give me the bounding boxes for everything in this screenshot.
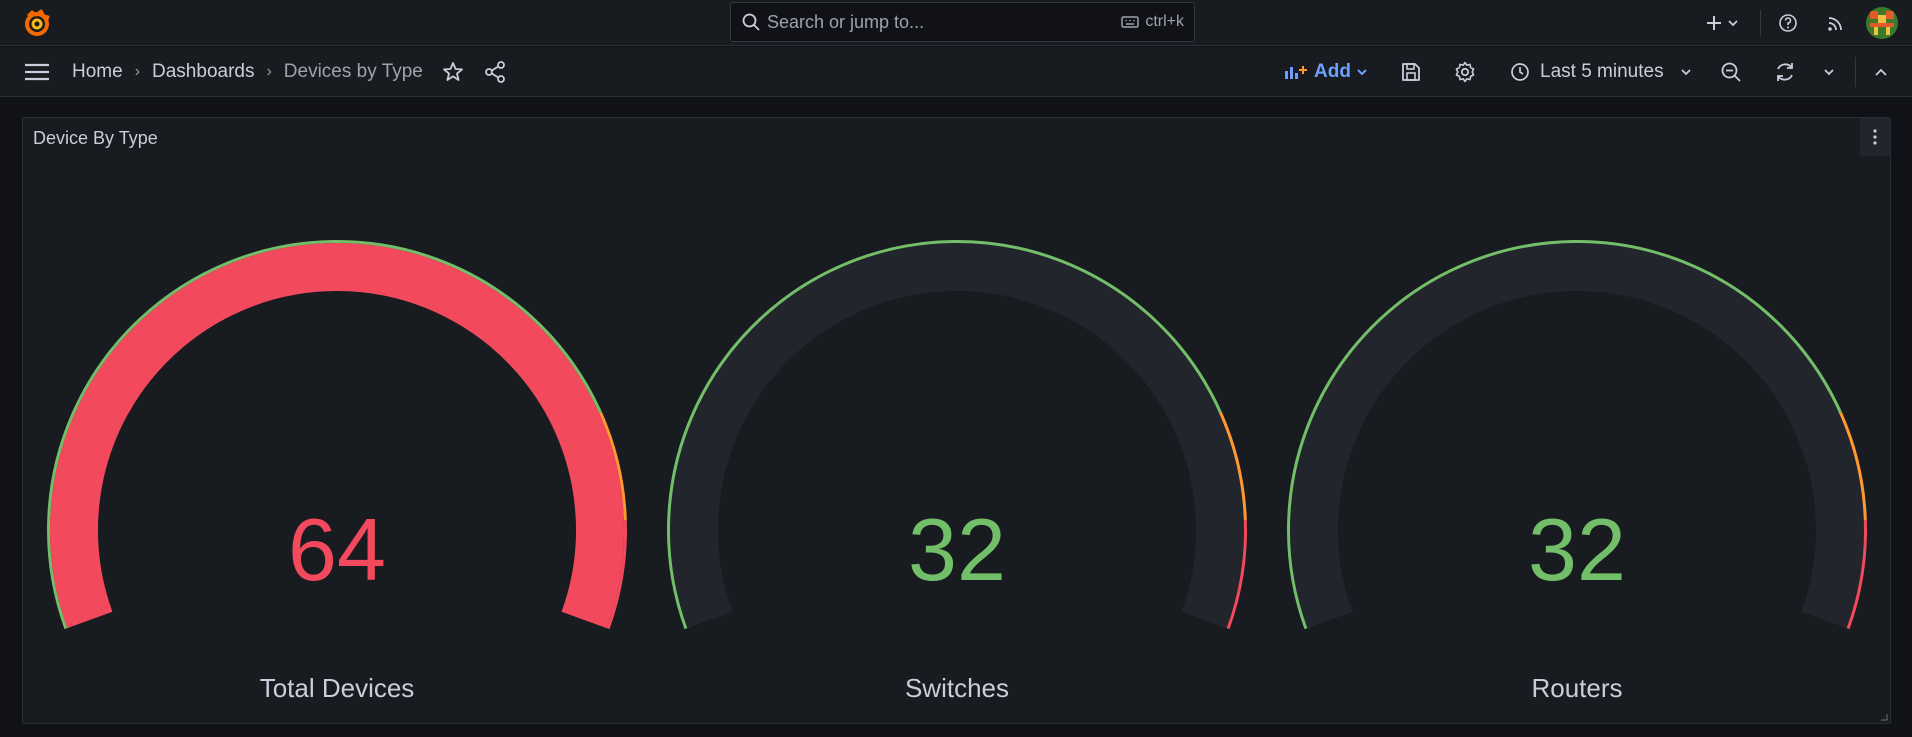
- gauge-chart: 64: [47, 240, 627, 630]
- shortcut-text: ctrl+k: [1145, 13, 1184, 30]
- grafana-logo-icon[interactable]: [22, 8, 52, 38]
- breadcrumb-home[interactable]: Home: [72, 61, 123, 83]
- search-placeholder: Search or jump to...: [767, 11, 925, 32]
- gauge-switches: 32 Switches: [647, 118, 1267, 725]
- add-button[interactable]: Add: [1284, 57, 1374, 87]
- gauge-value: 64: [288, 500, 386, 599]
- time-range-label: Last 5 minutes: [1540, 61, 1664, 82]
- gauge-label: Total Devices: [259, 673, 415, 703]
- gauge-value: 32: [1528, 500, 1626, 599]
- news-button[interactable]: [1822, 9, 1850, 37]
- chevron-down-icon: [1680, 69, 1691, 76]
- settings-icon[interactable]: [1453, 60, 1477, 84]
- gauge-label: Routers: [1531, 673, 1623, 703]
- breadcrumb-dashboards[interactable]: Dashboards: [152, 61, 254, 83]
- breadcrumb: Home › Dashboards › Devices by Type: [72, 47, 423, 97]
- gauge-chart: 32: [1287, 240, 1867, 630]
- share-icon[interactable]: [483, 60, 507, 84]
- time-range-picker[interactable]: Last 5 minutes: [1510, 57, 1692, 87]
- gauge-value: 32: [908, 500, 1006, 599]
- chevron-up-icon[interactable]: [1869, 60, 1893, 84]
- refresh-icon[interactable]: [1773, 60, 1797, 84]
- avatar-image: [1866, 7, 1898, 39]
- keyboard-shortcut-hint: ctrl+k: [1121, 13, 1184, 31]
- news-feed-icon: [1828, 17, 1842, 31]
- resize-handle-icon[interactable]: [1880, 713, 1888, 721]
- help-icon: [1779, 14, 1797, 32]
- keyboard-icon: [1121, 16, 1140, 28]
- gauge-total-devices: 64 Total Devices: [27, 118, 647, 725]
- divider: [1855, 57, 1856, 87]
- plus-icon: [1707, 16, 1721, 30]
- gauge-routers: 32 Routers: [1267, 118, 1887, 725]
- dashboard-nav-bar: Home › Dashboards › Devices by Type Add: [0, 47, 1912, 97]
- chevron-down-icon: [1728, 20, 1738, 27]
- search-icon: [742, 13, 760, 31]
- search-bar[interactable]: Search or jump to... ctrl+k: [730, 2, 1195, 42]
- star-icon[interactable]: [441, 60, 465, 84]
- breadcrumb-separator: ›: [134, 63, 141, 80]
- save-icon[interactable]: [1399, 60, 1423, 84]
- clock-icon: [1511, 63, 1529, 81]
- add-button-label: Add: [1314, 61, 1351, 82]
- help-button[interactable]: [1774, 9, 1802, 37]
- user-avatar[interactable]: [1866, 7, 1898, 39]
- breadcrumb-current: Devices by Type: [283, 61, 423, 82]
- new-menu-button[interactable]: [1700, 8, 1744, 38]
- breadcrumb-separator: ›: [266, 63, 272, 80]
- chevron-down-icon: [1357, 69, 1367, 76]
- add-panel-icon: [1285, 66, 1307, 79]
- menu-icon[interactable]: [22, 59, 52, 85]
- chevron-down-icon[interactable]: [1817, 60, 1841, 84]
- top-bar: Search or jump to... ctrl+k: [0, 0, 1912, 46]
- gauge-panel: Device By Type 64 Total Devices 32 Switches…: [22, 117, 1891, 724]
- gauge-chart: 32: [667, 240, 1247, 630]
- gauge-label: Switches: [904, 673, 1010, 703]
- zoom-out-icon[interactable]: [1719, 60, 1743, 84]
- divider: [1760, 10, 1761, 36]
